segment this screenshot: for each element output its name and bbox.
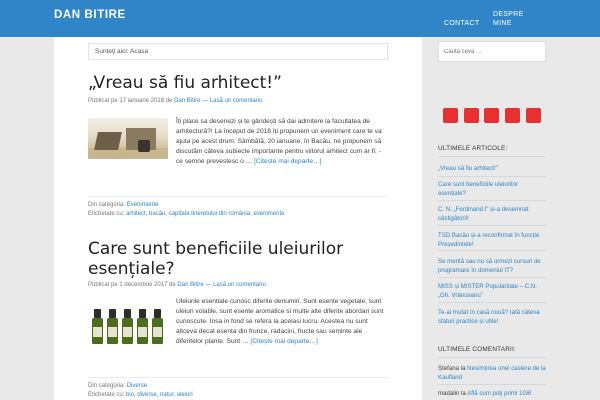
- sidebar-comment: madalin la Află cum poți primi 1GB: [438, 389, 546, 398]
- post-category: Din categoria: Diverse: [88, 382, 147, 391]
- comment-link[interactable]: Lasă un comentariu: [210, 98, 263, 104]
- sidebar-article-link[interactable]: Se merită sau nu să urmezi cursuri de pr…: [438, 257, 546, 275]
- divider: [438, 225, 546, 226]
- post-author-link[interactable]: Dan Bitire: [174, 98, 200, 104]
- site-header: DAN BITIRE CONTACT DESPRE MINE: [0, 0, 600, 37]
- divider: [438, 357, 546, 358]
- breadcrumb: Sunteţi aici: Acasa: [88, 43, 388, 60]
- tags-label: Etichetate cu:: [88, 392, 125, 398]
- post-thumbnail[interactable]: [88, 118, 168, 159]
- divider: [438, 384, 546, 385]
- social-icon[interactable]: [484, 108, 499, 123]
- sidebar-article-link[interactable]: TSD Bacău și-a reconfirmat în funcție Pr…: [438, 231, 546, 249]
- post-category: Din categoria: Evenimente: [88, 201, 158, 210]
- sidebar-comment: Ștefana la Nesimțirea unei casiere de la…: [438, 364, 546, 382]
- post-date: Publicat pe 17 ianuarie 2018 de: [88, 98, 173, 104]
- post-excerpt: Îți place sa desenezi și te gândești să …: [176, 117, 388, 167]
- category-label: Din categoria:: [88, 202, 126, 208]
- divider: [438, 176, 546, 177]
- social-icon[interactable]: [505, 108, 520, 123]
- post-date: Publicat pe 1 decembrie 2017 de: [88, 282, 176, 288]
- nav-contact[interactable]: CONTACT: [444, 19, 479, 28]
- main-content: Sunteţi aici: Acasa „Vreau să fiu arhite…: [54, 37, 422, 400]
- sidebar-article-link[interactable]: Te-ai mutat în casă nouă? Iată câteva sf…: [438, 308, 546, 326]
- post-title[interactable]: „Vreau să fiu arhitect!”: [88, 73, 282, 93]
- tags-links[interactable]: arhitect, bacău, capitala tineretului di…: [126, 211, 284, 217]
- divider: [438, 250, 546, 251]
- post-thumbnail[interactable]: [88, 299, 166, 347]
- meta-separator: —: [202, 98, 209, 104]
- separator: [88, 196, 388, 197]
- comment-author: madalin: [438, 390, 460, 397]
- read-more-link[interactable]: [Citește mai departe…]: [250, 338, 317, 345]
- post-tags: Etichetate cu: arhitect, bacău, capitala…: [88, 210, 284, 219]
- divider: [438, 302, 546, 303]
- social-icon[interactable]: [526, 108, 541, 123]
- nav-despre-mine[interactable]: DESPRE MINE: [493, 10, 523, 28]
- tags-links[interactable]: bio, diverse, natur, uleiuri: [126, 392, 193, 398]
- sidebar-article-link[interactable]: C. N. „Ferdinand I” și-a desemnat câștig…: [438, 205, 546, 223]
- comment-author: Ștefana: [438, 365, 460, 372]
- sidebar-article-link[interactable]: „Vreau să fiu arhitect!”: [438, 164, 546, 173]
- post-title[interactable]: Care sunt beneficiile uleiurilor esenția…: [88, 239, 388, 279]
- divider: [438, 156, 546, 157]
- read-more-link[interactable]: [Citește mai departe…]: [254, 158, 321, 165]
- separator: [88, 377, 388, 378]
- sidebar-article-link[interactable]: MISS și MISTER Popularitate – C.N. „Gh. …: [438, 282, 546, 300]
- post-meta: Publicat pe 17 ianuarie 2018 de Dan Biti…: [88, 98, 262, 104]
- comment-post-link[interactable]: Află cum poți primi 1GB: [467, 390, 531, 397]
- comment-on: la: [461, 390, 466, 397]
- divider: [438, 200, 546, 201]
- post-author-link[interactable]: Dan Bitire: [177, 282, 203, 288]
- sidebar-article-link[interactable]: Care sunt beneficiile uleiurilor esenția…: [438, 180, 546, 198]
- comment-link[interactable]: Lasă un comentariu: [213, 282, 266, 288]
- category-label: Din categoria:: [88, 383, 126, 389]
- category-link[interactable]: Evenimente: [127, 202, 159, 208]
- social-icon[interactable]: [464, 108, 479, 123]
- sidebar: ULTIMELE ARTICOLE: „Vreau să fiu arhitec…: [438, 37, 546, 400]
- comment-on: la: [460, 365, 466, 372]
- latest-comments-heading: ULTIMELE COMENTARII:: [438, 346, 516, 353]
- category-link[interactable]: Diverse: [127, 383, 147, 389]
- search-input[interactable]: [438, 41, 546, 62]
- meta-separator: —: [205, 282, 212, 288]
- site-title[interactable]: DAN BITIRE: [54, 9, 126, 21]
- post-excerpt: Uleiurile esentiale cunosc diferite denu…: [176, 297, 388, 347]
- post-meta: Publicat pe 1 decembrie 2017 de Dan Biti…: [88, 282, 266, 288]
- social-icon[interactable]: [443, 108, 458, 123]
- post-tags: Etichetate cu: bio, diverse, natur, ulei…: [88, 391, 193, 400]
- divider: [438, 277, 546, 278]
- latest-articles-heading: ULTIMELE ARTICOLE:: [438, 145, 508, 152]
- tags-label: Etichetate cu:: [88, 211, 125, 217]
